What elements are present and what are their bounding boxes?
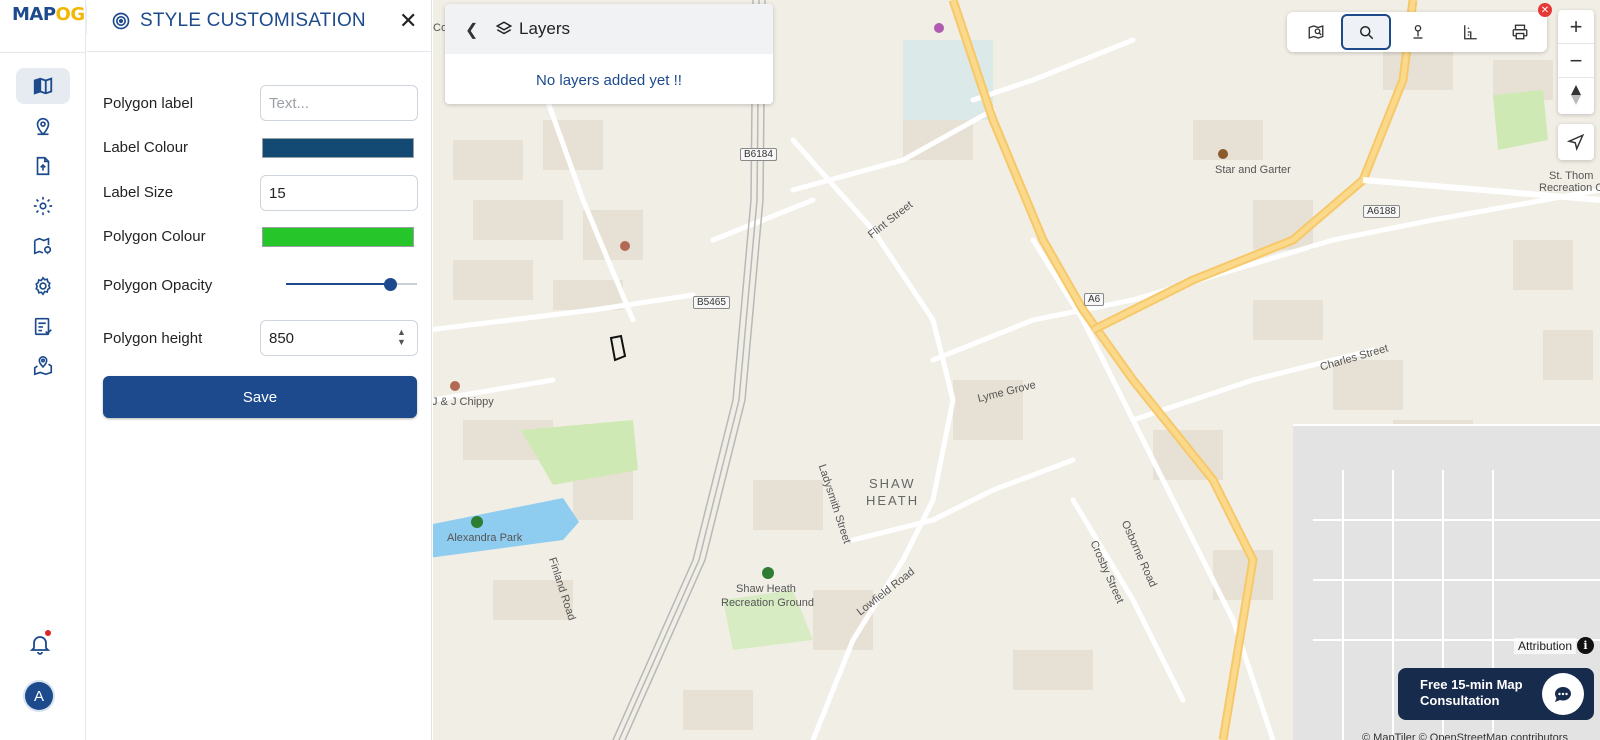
polygon-label-label: Polygon label [103,95,194,112]
person-pin-icon[interactable] [1393,14,1443,50]
save-button[interactable]: Save [103,376,417,418]
panel-title: STYLE CUSTOMISATION [140,10,366,31]
map-label-shaw-heath-rec-2: Recreation Ground [721,597,814,609]
sidebar-rail: MAPOG A [0,0,86,740]
map-label-recreation: Recreation C [1539,182,1600,194]
zoom-out-button[interactable]: − [1558,44,1594,78]
consultation-text: Free 15-min Map Consultation [1420,677,1523,708]
app-root: MAPOG A › STY [0,0,1600,740]
polygon-opacity-label: Polygon Opacity [103,277,213,294]
polygon-label-input[interactable] [260,85,418,121]
zoom-controls: + − [1558,10,1594,114]
location-pin-icon[interactable] [16,108,70,144]
zoom-in-button[interactable]: + [1558,10,1594,44]
opacity-slider-fill [286,283,391,285]
map-location-icon[interactable] [16,348,70,384]
file-upload-icon[interactable] [16,148,70,184]
search-icon[interactable] [1341,14,1391,50]
layers-empty-message: No layers added yet !! [536,72,682,89]
rail-divider [0,52,86,53]
label-size-input[interactable] [260,175,418,211]
map-label-chippy: J & J Chippy [433,396,494,408]
road-shield-a6: A6 [1084,293,1105,306]
settings-icon[interactable] [16,188,70,224]
opacity-slider-thumb[interactable] [384,278,398,291]
polygon-height-label: Polygon height [103,330,203,347]
label-colour-swatch[interactable] [262,138,414,158]
polygon-height-input[interactable] [260,320,418,356]
layers-title: Layers [519,19,571,38]
road-shield-a6188: A6188 [1363,205,1400,218]
avatar[interactable]: A [25,682,53,710]
polygon-colour-label: Polygon Colour [103,228,206,245]
label-colour-label: Label Colour [103,139,189,156]
map-icon[interactable] [16,68,70,104]
map-view-icon[interactable] [1291,14,1341,50]
measure-icon[interactable] [1445,14,1495,50]
road-shield-b6184: B6184 [740,148,777,161]
layers-panel: ❮ Layers No layers added yet !! [445,4,773,104]
geolocate-icon[interactable] [1558,124,1594,160]
close-icon[interactable]: ✕ [399,8,417,34]
map-label-shaw: SHAW [869,476,916,491]
notification-dot [45,630,51,636]
panel-header: STYLE CUSTOMISATION ✕ [87,0,432,52]
map-label-shaw-heath-rec-1: Shaw Heath [736,583,796,595]
polygon-colour-swatch[interactable] [262,227,414,247]
map-copyright: © MapTiler © OpenStreetMap contributors [1362,732,1568,740]
chat-icon[interactable] [1542,673,1584,715]
label-size-label: Label Size [103,184,174,201]
map-label-heath: HEATH [866,493,920,508]
info-icon[interactable]: i [1577,637,1594,654]
basemap [433,0,1600,740]
palette-icon [112,12,130,30]
map-label-alexandra: Alexandra Park [447,532,523,544]
consultation-button[interactable]: Free 15-min Map Consultation [1398,668,1594,720]
print-icon[interactable] [1495,14,1545,50]
map-label-st-thomas: St. Thom [1549,170,1594,182]
road-shield-b5465: B5465 [693,296,730,309]
layers-icon [495,21,513,35]
mapog-logo: MAPOG [12,4,85,25]
style-customisation-panel: STYLE CUSTOMISATION ✕ Polygon label Labe… [87,0,432,740]
map-canvas[interactable]: B6184 B5465 A6 A6188 Co Star and Garter … [433,0,1600,740]
gear-icon[interactable] [16,268,70,304]
map-toolbar [1287,12,1547,52]
height-stepper-icon[interactable]: ▲ ▼ [397,327,406,347]
report-icon[interactable] [16,308,70,344]
map-marker-edit-icon[interactable] [16,228,70,264]
toolbar-close-icon[interactable]: ✕ [1538,3,1552,17]
attribution-label[interactable]: Attribution [1514,638,1577,654]
map-label-star-garter: Star and Garter [1215,164,1291,176]
compass-icon[interactable] [1558,78,1594,112]
back-chevron-icon[interactable]: ❮ [465,20,478,40]
layers-header: ❮ Layers [445,4,773,54]
